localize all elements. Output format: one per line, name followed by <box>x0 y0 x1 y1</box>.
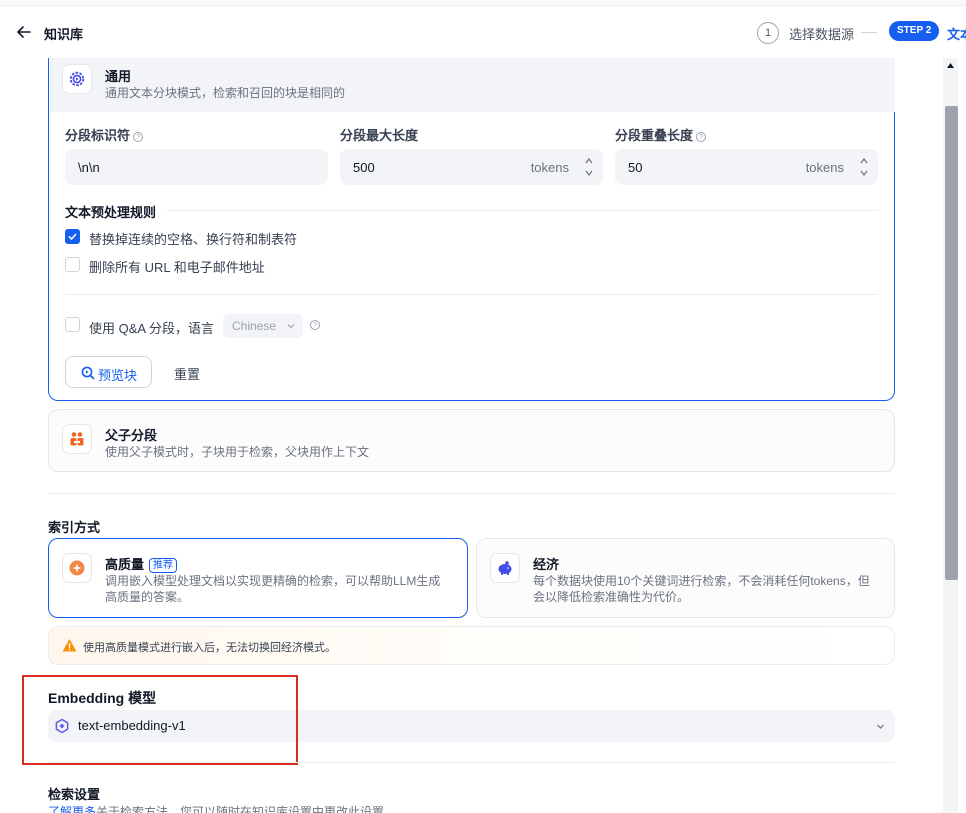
separator-label: 分段标识符? <box>65 125 144 144</box>
preprocess-divider <box>166 210 878 211</box>
general-chunk-icon-box <box>62 64 92 94</box>
max-length-value: 500 <box>353 160 375 175</box>
qa-segment-checkbox[interactable] <box>65 317 80 332</box>
qa-divider <box>65 294 878 295</box>
qa-segment-label: 使用 Q&A 分段，语言 <box>89 321 214 336</box>
recommended-badge: 推荐 <box>149 558 178 573</box>
piggy-bank-icon <box>498 561 512 575</box>
arrow-left-icon[interactable] <box>14 22 34 42</box>
search-icon <box>81 366 95 380</box>
help-icon[interactable]: ? <box>310 320 320 330</box>
index-method-title: 索引方式 <box>48 520 101 535</box>
general-chunk-title: 通用 <box>105 69 132 84</box>
economy-icon-box <box>490 553 520 583</box>
separator-input[interactable]: \n\n <box>65 149 328 185</box>
max-length-input[interactable]: 500 tokens <box>340 149 603 185</box>
overlap-input[interactable]: 50 tokens <box>615 149 878 185</box>
highlight-annotation-box <box>22 675 298 765</box>
number-stepper-icon[interactable] <box>859 155 869 179</box>
gear-icon <box>69 71 85 87</box>
overlap-label: 分段重叠长度? <box>615 125 707 144</box>
overlap-unit: tokens <box>805 160 844 175</box>
page-header: 知识库 1 选择数据源 STEP 2 文本 <box>0 6 966 58</box>
preprocess-title: 文本预处理规则 <box>65 205 157 220</box>
preview-chunks-label: 预览块 <box>98 368 138 383</box>
page-title: 知识库 <box>44 27 84 42</box>
high-quality-icon-box <box>62 553 92 583</box>
reset-button[interactable]: 重置 <box>174 364 200 383</box>
step-separator <box>861 32 877 33</box>
warning-text: 使用高质量模式进行嵌入后，无法切换回经济模式。 <box>83 642 336 654</box>
economy-title: 经济 <box>533 557 560 572</box>
warning-icon <box>62 639 77 652</box>
general-chunk-desc: 通用文本分块模式，检索和召回的块是相同的 <box>105 86 346 100</box>
parent-child-desc: 使用父子模式时，子块用于检索，父块用作上下文 <box>105 445 370 459</box>
number-stepper-icon[interactable] <box>584 155 594 179</box>
language-select[interactable]: Chinese <box>223 314 303 338</box>
max-length-label: 分段最大长度 <box>340 128 419 143</box>
economy-desc-line2: 会以降低检索准确性为代价。 <box>533 590 690 604</box>
chevron-down-icon <box>287 324 295 329</box>
retrieval-settings-desc: 了解更多关于检索方法，您可以随时在知识库设置中更改此设置。 <box>48 803 396 813</box>
step-2-label: 文本 <box>947 27 966 42</box>
parent-child-icon-box <box>62 424 92 454</box>
remove-urls-label: 删除所有 URL 和电子邮件地址 <box>89 260 265 275</box>
step-1-label: 选择数据源 <box>789 27 855 42</box>
economy-desc-line1: 每个数据块使用10个关键词进行检索，不会消耗任何tokens，但 <box>533 574 870 588</box>
sparkle-icon <box>69 560 85 576</box>
chevron-down-icon <box>877 724 884 729</box>
learn-more-link[interactable]: 了解更多 <box>48 805 96 813</box>
retrieval-desc-text: 关于检索方法，您可以随时在知识库设置中更改此设置。 <box>96 805 397 813</box>
parent-child-icon <box>70 432 84 446</box>
replace-whitespace-label: 替换掉连续的空格、换行符和制表符 <box>89 232 298 247</box>
step-1-number: 1 <box>757 22 779 44</box>
overlap-value: 50 <box>628 160 643 175</box>
step-2-badge: STEP 2 <box>889 21 940 41</box>
parent-child-title: 父子分段 <box>105 428 158 443</box>
check-icon <box>68 233 77 241</box>
parent-child-chunk-card[interactable] <box>48 409 895 472</box>
remove-urls-checkbox[interactable] <box>65 257 80 272</box>
retrieval-settings-title: 检索设置 <box>48 787 101 802</box>
scroll-up-arrow-icon[interactable] <box>946 61 955 70</box>
separator-value: \n\n <box>78 160 100 175</box>
high-quality-title: 高质量 推荐 <box>105 554 178 573</box>
high-quality-desc-line2: 高质量的答案。 <box>105 590 190 604</box>
language-value: Chinese <box>232 319 277 333</box>
help-icon[interactable]: ? <box>696 132 707 142</box>
max-length-unit: tokens <box>530 160 569 175</box>
help-icon[interactable]: ? <box>133 132 144 142</box>
scrollbar-thumb[interactable] <box>945 106 958 580</box>
section-divider <box>48 762 895 763</box>
high-quality-desc-line1: 调用嵌入模型处理文档以实现更精确的检索，可以帮助LLM生成 <box>105 574 441 588</box>
replace-whitespace-checkbox[interactable] <box>65 229 80 244</box>
index-mode-warning: 使用高质量模式进行嵌入后，无法切换回经济模式。 <box>48 626 895 665</box>
section-divider <box>48 493 895 494</box>
preview-chunks-button[interactable]: 预览块 <box>65 356 152 388</box>
